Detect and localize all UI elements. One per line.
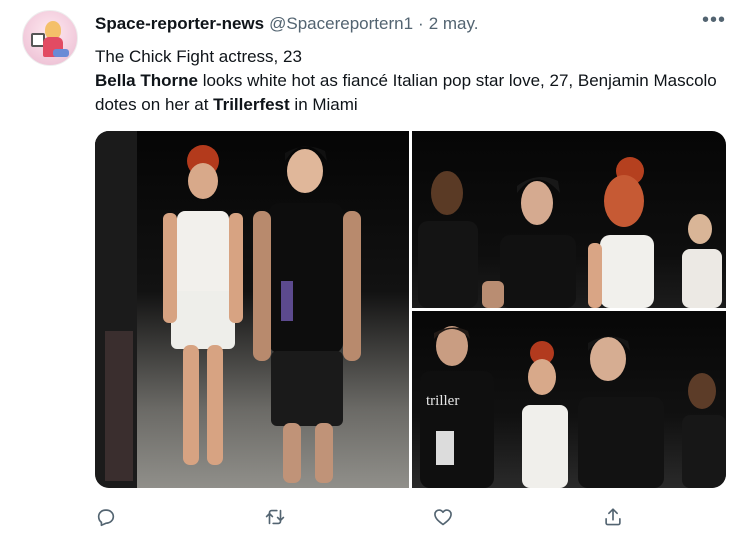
photo-bottom-right[interactable]: triller bbox=[412, 311, 726, 488]
photo-top-right[interactable] bbox=[412, 131, 726, 308]
tweet-date[interactable]: 2 may. bbox=[429, 14, 479, 34]
share-button[interactable] bbox=[596, 500, 630, 534]
tweet-line-1: The Chick Fight actress, 23 bbox=[95, 47, 302, 66]
photo-main-drawing bbox=[95, 131, 361, 488]
tweet: Space-reporter-news @Spacereportern1 · 2… bbox=[0, 0, 744, 547]
tweet-line-2: Bella Thorne looks white hot as fiancé I… bbox=[95, 69, 735, 117]
tweet-header: Space-reporter-news @Spacereportern1 · 2… bbox=[95, 14, 478, 36]
tweet-line-2-end: in Miami bbox=[289, 95, 358, 114]
share-icon bbox=[605, 508, 621, 526]
mention-trillerfest: Trillerfest bbox=[213, 95, 290, 114]
tweet-text: The Chick Fight actress, 23 Bella Thorne… bbox=[95, 45, 735, 117]
retweet-button[interactable] bbox=[258, 500, 292, 534]
reply-button[interactable] bbox=[89, 500, 123, 534]
retweet-icon bbox=[265, 509, 285, 525]
separator-dot: · bbox=[418, 14, 424, 33]
media-grid: triller bbox=[95, 131, 726, 488]
more-horizontal-icon: ••• bbox=[701, 9, 726, 31]
like-button[interactable] bbox=[426, 500, 460, 534]
avatar-desk-shape bbox=[53, 49, 69, 57]
photo-top-right-drawing bbox=[418, 157, 722, 308]
author-name[interactable]: Space-reporter-news bbox=[95, 14, 264, 34]
action-bar bbox=[0, 500, 744, 534]
mention-bella-thorne: Bella Thorne bbox=[95, 71, 198, 90]
photo-main[interactable] bbox=[95, 131, 409, 488]
more-options-button[interactable]: ••• bbox=[701, 9, 727, 34]
shirt-print-text: triller bbox=[426, 393, 460, 409]
heart-icon bbox=[434, 509, 452, 526]
avatar[interactable] bbox=[22, 10, 78, 66]
author-handle[interactable]: @Spacereportern1 bbox=[269, 14, 413, 34]
reply-icon bbox=[97, 509, 115, 527]
